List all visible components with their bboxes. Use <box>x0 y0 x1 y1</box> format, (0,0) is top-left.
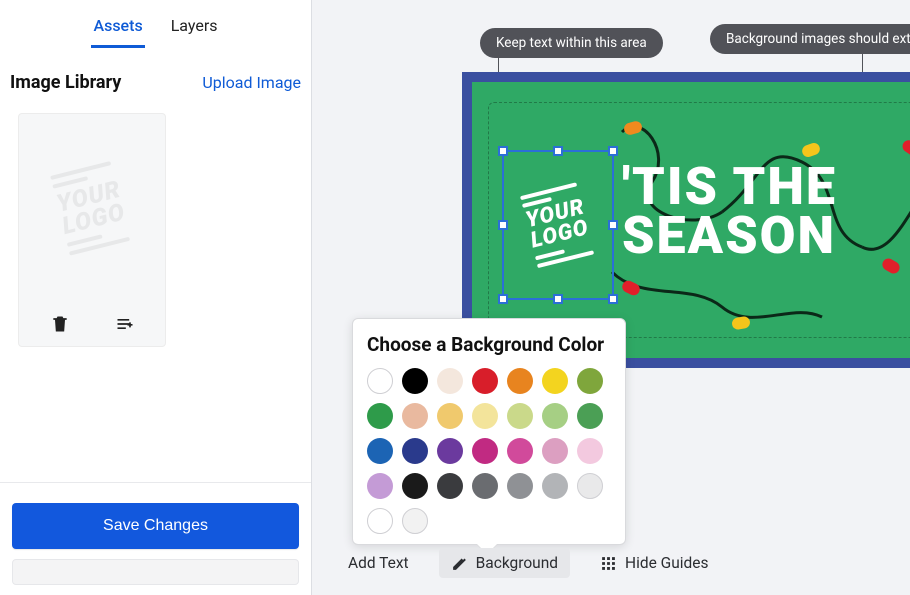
secondary-button[interactable] <box>12 559 299 585</box>
resize-handle[interactable] <box>608 294 618 304</box>
library-title: Image Library <box>10 72 121 93</box>
hide-guides-button[interactable]: Hide Guides <box>588 548 720 578</box>
selected-logo-element[interactable]: YOUR LOGO <box>502 150 614 300</box>
color-swatch[interactable] <box>402 438 428 464</box>
canvas-area: Keep text within this area Background im… <box>312 0 910 595</box>
add-layer-icon[interactable] <box>115 314 135 334</box>
tooltip-bleed: Background images should exten <box>710 24 910 54</box>
background-button[interactable]: Background <box>439 548 570 578</box>
grid-icon <box>600 555 617 572</box>
color-swatch[interactable] <box>437 368 463 394</box>
resize-handle[interactable] <box>608 146 618 156</box>
trash-icon[interactable] <box>50 314 70 334</box>
tooltip-bleed-text: Background images should exten <box>726 31 910 47</box>
color-swatch[interactable] <box>402 508 428 534</box>
tab-layers[interactable]: Layers <box>169 8 220 48</box>
resize-handle[interactable] <box>498 220 508 230</box>
asset-card[interactable]: YOUR LOGO <box>18 113 166 347</box>
resize-handle[interactable] <box>553 294 563 304</box>
upload-image-link[interactable]: Upload Image <box>202 73 301 92</box>
color-swatch[interactable] <box>542 473 568 499</box>
design-background: YOUR LOGO 'TIS THE SEASON <box>472 82 910 358</box>
resize-handle[interactable] <box>498 146 508 156</box>
resize-handle[interactable] <box>608 220 618 230</box>
color-swatch[interactable] <box>472 368 498 394</box>
color-swatch[interactable] <box>437 473 463 499</box>
color-swatch[interactable] <box>472 438 498 464</box>
color-swatches <box>367 368 611 534</box>
color-swatch[interactable] <box>507 438 533 464</box>
color-swatch[interactable] <box>472 473 498 499</box>
color-swatch[interactable] <box>402 403 428 429</box>
color-swatch[interactable] <box>437 438 463 464</box>
asset-actions <box>27 310 157 338</box>
library-header: Image Library Upload Image <box>0 48 311 103</box>
tooltip-safe-area-text: Keep text within this area <box>496 35 647 51</box>
hide-guides-label: Hide Guides <box>625 554 708 572</box>
left-sidebar: Assets Layers Image Library Upload Image… <box>0 0 312 595</box>
color-swatch[interactable] <box>507 368 533 394</box>
color-swatch[interactable] <box>577 403 603 429</box>
edit-icon <box>451 555 468 572</box>
tab-assets[interactable]: Assets <box>91 8 144 48</box>
headline-text[interactable]: 'TIS THE SEASON <box>622 162 837 261</box>
color-swatch[interactable] <box>542 403 568 429</box>
color-swatch[interactable] <box>577 473 603 499</box>
resize-handle[interactable] <box>553 146 563 156</box>
color-swatch[interactable] <box>542 438 568 464</box>
color-swatch[interactable] <box>437 403 463 429</box>
add-text-button[interactable]: Add Text <box>336 548 421 578</box>
popover-title: Choose a Background Color <box>367 333 611 356</box>
color-swatch[interactable] <box>577 368 603 394</box>
color-swatch[interactable] <box>367 368 393 394</box>
resize-handle[interactable] <box>498 294 508 304</box>
color-swatch[interactable] <box>367 508 393 534</box>
color-swatch[interactable] <box>367 403 393 429</box>
add-text-label: Add Text <box>348 554 409 572</box>
color-swatch[interactable] <box>367 473 393 499</box>
color-swatch[interactable] <box>367 438 393 464</box>
headline-line2: SEASON <box>622 211 837 260</box>
color-swatch[interactable] <box>577 438 603 464</box>
asset-thumbnail: YOUR LOGO <box>32 124 152 292</box>
background-label: Background <box>476 554 558 572</box>
color-swatch[interactable] <box>402 368 428 394</box>
color-swatch[interactable] <box>402 473 428 499</box>
color-swatch[interactable] <box>507 473 533 499</box>
color-swatch[interactable] <box>472 403 498 429</box>
tooltip-safe-area: Keep text within this area <box>480 28 663 58</box>
color-swatch[interactable] <box>542 368 568 394</box>
save-changes-button[interactable]: Save Changes <box>12 503 299 549</box>
canvas-toolbar: Add Text Background Hide Guides <box>336 548 721 578</box>
background-color-popover: Choose a Background Color <box>352 318 626 545</box>
sidebar-tabs: Assets Layers <box>0 0 311 48</box>
color-swatch[interactable] <box>507 403 533 429</box>
headline-line1: 'TIS THE <box>622 162 837 211</box>
